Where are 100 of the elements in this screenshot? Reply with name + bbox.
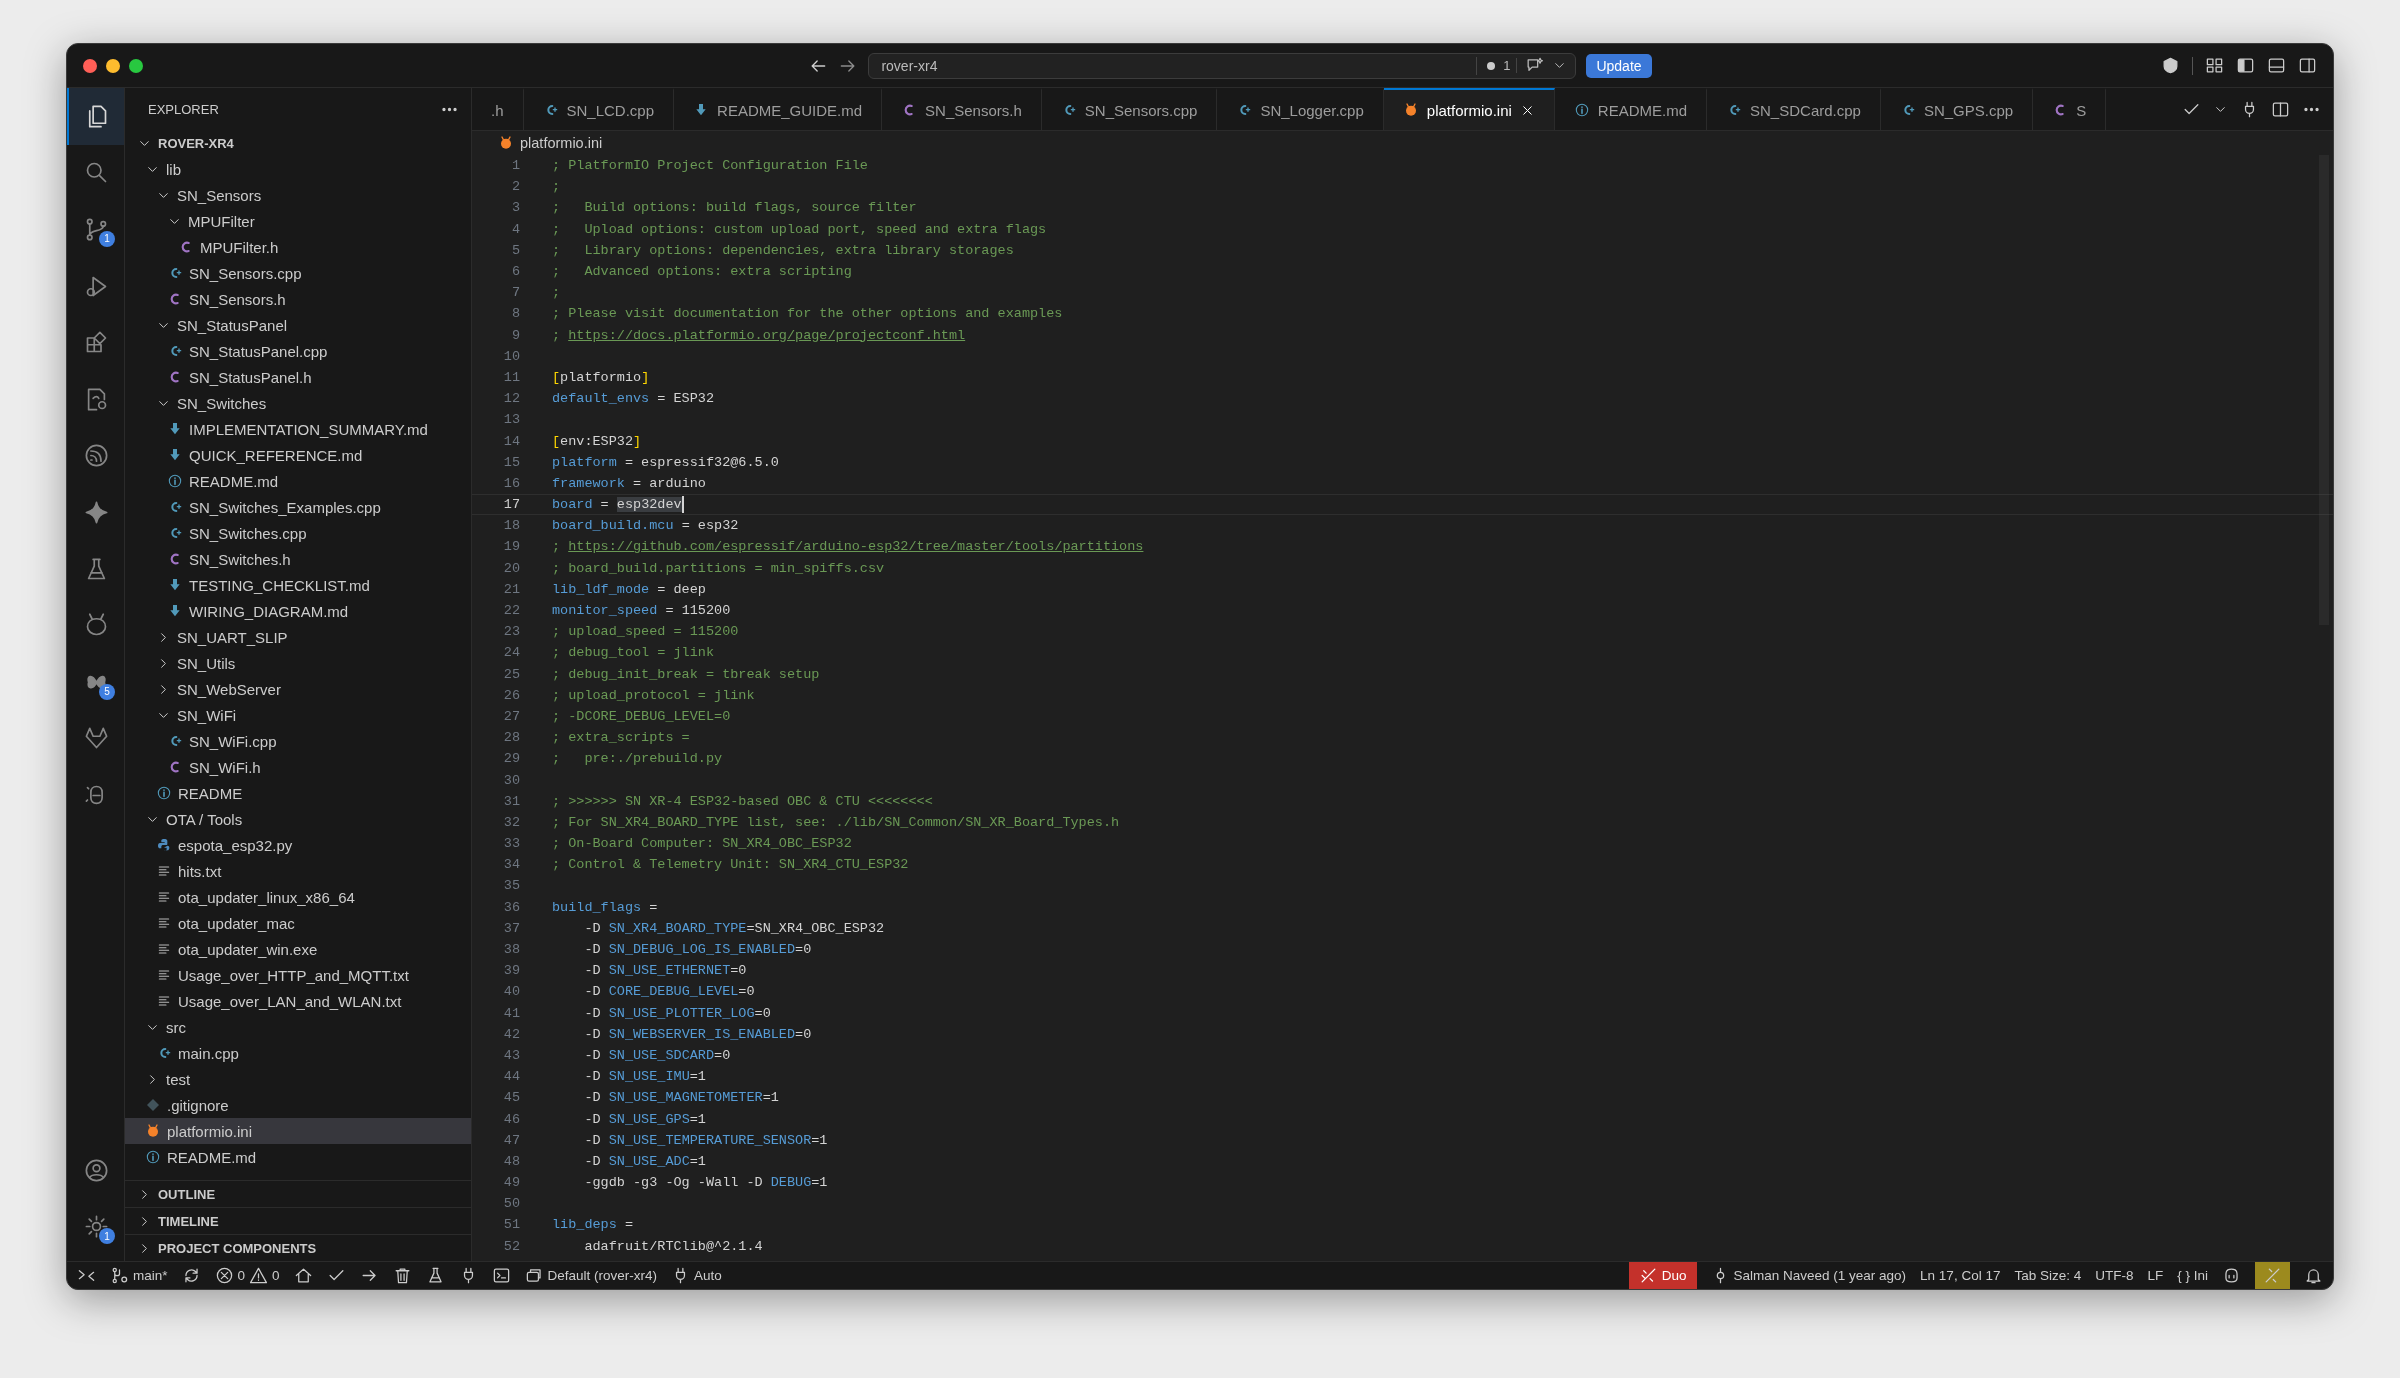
editor-tab[interactable]: .h [472,88,524,130]
close-window-button[interactable] [83,58,97,73]
tree-item[interactable]: QUICK_REFERENCE.md [125,442,471,468]
toggle-sidebar-icon[interactable] [2236,56,2255,75]
editor-tab[interactable]: platformio.ini [1383,88,1555,130]
environment-indicator[interactable]: Default (rover-xr4) [524,1262,658,1289]
status-item[interactable]: UTF-8 [2095,1262,2134,1289]
status-item[interactable]: LF [2147,1262,2164,1289]
line-number: 51 [502,1217,520,1233]
code-comment: ; Upload options: custom upload port, speed and extra flags [552,221,1047,237]
editor-tab[interactable]: SN_GPS.cpp [1880,88,2034,130]
tree-item[interactable]: ota_updater_linux_x86_64 [125,884,471,910]
code-key: lib_deps [552,1217,617,1233]
workspace-folder-row[interactable]: ROVER-XR4 [125,130,471,156]
port-indicator[interactable]: Auto [671,1262,722,1289]
tree-item[interactable]: hits.txt [125,858,471,884]
editor-tab[interactable]: SN_SDCard.cpp [1707,88,1881,130]
panel-section-header[interactable]: OUTLINE [125,1180,471,1207]
code-text: -D [583,1090,602,1106]
shield-icon[interactable] [2161,56,2180,75]
branch-indicator[interactable]: main* [110,1262,168,1289]
home-icon[interactable] [293,1266,313,1285]
code-bracket: [ [552,369,561,385]
bell-icon[interactable] [2304,1266,2323,1285]
minimize-window-button[interactable] [106,58,120,73]
line-number: 10 [502,348,520,364]
tree-item[interactable]: Usage_over_LAN_and_WLAN.txt [125,988,471,1014]
blame-indicator[interactable]: Salman Naveed (1 year ago) [1710,1262,1907,1289]
tree-item[interactable]: SN_StatusPanel.h [125,364,471,390]
tree-item[interactable]: SN_WiFi [125,702,471,728]
tree-item[interactable]: .gitignore [125,1092,471,1118]
panel-section-header[interactable]: TIMELINE [125,1207,471,1234]
tree-item[interactable]: SN_Sensors.h [125,286,471,312]
command-center-field[interactable]: rover-xr4 1 [868,52,1577,79]
editor-tab[interactable]: SN_Sensors.cpp [1041,88,1218,130]
update-button[interactable]: Update [1586,53,1652,78]
zoom-window-button[interactable] [129,58,143,73]
tree-item[interactable]: SN_Switches_Examples.cpp [125,494,471,520]
line-number: 19 [502,539,520,555]
tree-item[interactable]: SN_Sensors.cpp [125,260,471,286]
explorer-title: EXPLORER [148,101,219,117]
tree-item[interactable]: ota_updater_mac [125,910,471,936]
toggle-secondary-sidebar-icon[interactable] [2298,56,2317,75]
tree-item[interactable]: test [125,1066,471,1092]
tree-item[interactable]: lib [125,156,471,182]
tree-item[interactable]: MPUFilter.h [125,234,471,260]
code-comment: ; upload_speed = 115200 [552,624,739,640]
breadcrumb-item[interactable]: platformio.ini [520,135,603,151]
editor-tab[interactable]: SN_Sensors.h [882,88,1042,130]
tree-item[interactable]: src [125,1014,471,1040]
tree-item[interactable]: Usage_over_HTTP_and_MQTT.txt [125,962,471,988]
line-number: 22 [502,603,520,619]
line-number: 14 [502,433,520,449]
tree-item[interactable]: SN_Utils [125,650,471,676]
tree-item[interactable]: IMPLEMENTATION_SUMMARY.md [125,416,471,442]
problems-indicator[interactable]: 0 0 [214,1262,280,1289]
status-item[interactable]: Ln 17, Col 17 [1920,1262,2001,1289]
tree-item[interactable]: SN_Switches.h [125,546,471,572]
language-mode[interactable]: { } Ini [2177,1262,2208,1289]
editor-tab[interactable]: SN_LCD.cpp [523,88,675,130]
duo-indicator[interactable]: Duo [1628,1262,1697,1289]
code-link[interactable]: https://github.com/espressif/arduino-esp32/tree/master/tools/partitions [568,539,1144,555]
tree-item[interactable]: platformio.ini [125,1118,471,1144]
tree-item[interactable]: SN_WiFi.cpp [125,728,471,754]
tree-item[interactable]: OTA / Tools [125,806,471,832]
tree-item[interactable]: README [125,780,471,806]
tree-item[interactable]: MPUFilter [125,208,471,234]
code-link[interactable]: https://docs.platformio.org/page/projectconf.html [568,327,966,343]
editor-tab[interactable]: README.md [1554,88,1708,130]
tree-item[interactable]: main.cpp [125,1040,471,1066]
tree-item[interactable]: SN_UART_SLIP [125,624,471,650]
tree-item[interactable]: SN_WebServer [125,676,471,702]
code-key: monitor_speed [552,603,658,619]
tree-item[interactable]: SN_StatusPanel [125,312,471,338]
tree-item[interactable]: SN_Switches [125,390,471,416]
terminal-icon[interactable] [491,1266,511,1285]
tree-item[interactable]: SN_StatusPanel.cpp [125,338,471,364]
tree-item[interactable]: SN_WiFi.h [125,754,471,780]
tree-item[interactable]: README.md [125,1144,471,1170]
layout-icon[interactable] [2205,56,2224,75]
editor-tab[interactable]: README_GUIDE.md [674,88,883,130]
status-item[interactable]: Tab Size: 4 [2014,1262,2082,1289]
scrollbar-thumb[interactable] [2319,155,2329,625]
tree-item[interactable]: SN_Switches.cpp [125,520,471,546]
tree-item[interactable]: README.md [125,468,471,494]
panel-section-header[interactable]: PROJECT COMPONENTS [125,1234,471,1261]
line-number: 24 [502,645,520,661]
toggle-panel-icon[interactable] [2267,56,2286,75]
editor-tab[interactable]: SN_Logger.cpp [1217,88,1384,130]
line-number: 50 [502,1196,520,1212]
code-key: SN_USE_TEMPERATURE_SENSOR [608,1132,812,1148]
text-file-icon [156,993,172,1009]
markdown-file-icon [167,447,183,463]
tree-item[interactable]: WIRING_DIAGRAM.md [125,598,471,624]
tree-item[interactable]: TESTING_CHECKLIST.md [125,572,471,598]
tree-item[interactable]: SN_Sensors [125,182,471,208]
tree-item[interactable]: ota_updater_win.exe [125,936,471,962]
tree-item[interactable]: espota_esp32.py [125,832,471,858]
editor-tab[interactable]: S [2033,88,2107,130]
highlight-toggle[interactable] [2255,1262,2290,1289]
